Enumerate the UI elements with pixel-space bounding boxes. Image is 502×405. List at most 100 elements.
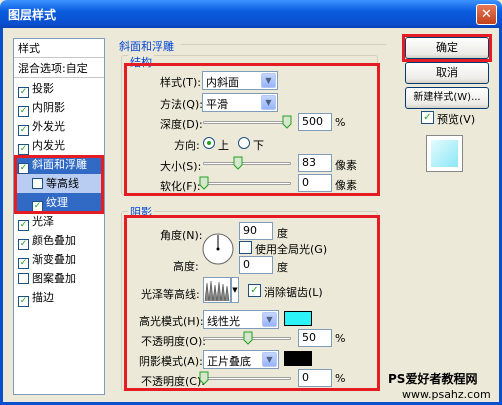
altitude-unit: 度 [277,261,288,274]
highlight-box-bevel [14,155,104,214]
shadow-mode-value: 正片叠底 [207,355,251,368]
style-list-item-label: 图案叠加 [32,272,76,285]
highlight-opacity-unit: % [335,332,346,345]
style-list-item[interactable]: ✓ 描边 [14,288,104,307]
style-list-item-label: 内发光 [32,139,65,152]
soften-input[interactable]: 0 [298,174,332,192]
style-list-item[interactable]: ✓ 内阴影 [14,98,104,117]
antialias-checkbox[interactable]: ✓ [248,284,261,297]
style-list-item[interactable]: ✓ 投影 [14,79,104,98]
watermark-line1: PS爱好者教程网 [388,372,478,386]
shadow-opacity-input[interactable]: 0 [298,369,332,387]
angle-label: 角度(N): [160,229,203,242]
direction-up-label: 上 [218,139,229,152]
style-label: 样式(T): [160,76,202,89]
checkbox-icon[interactable]: ✓ [18,87,29,98]
highlight-mode-select[interactable]: 线性光 ▼ [203,310,279,329]
depth-input[interactable]: 500 [298,113,332,131]
style-list-item-label: 内阴影 [32,101,65,114]
style-select[interactable]: 内斜面 ▼ [202,71,278,90]
gloss-contour-label: 光泽等高线: [141,288,200,301]
blend-options-item[interactable]: 混合选项:自定 [14,59,104,78]
shadow-opacity-slider[interactable] [203,377,291,380]
gloss-contour-icon[interactable] [203,277,231,303]
size-slider[interactable] [203,162,291,165]
divider [181,44,386,45]
highlight-box-ok [402,34,492,62]
depth-slider[interactable] [203,121,291,124]
checkbox-icon[interactable]: ✓ [18,258,29,269]
technique-select-value: 平滑 [206,98,228,111]
highlight-opacity-thumb[interactable] [243,331,253,345]
checkbox-icon[interactable]: ✓ [18,296,29,307]
chevron-down-icon: ▼ [261,95,276,110]
bevel-section-title: 斜面和浮雕 [119,40,174,53]
antialias-label: 消除锯齿(L) [264,286,323,299]
depth-label: 深度(D): [160,118,203,131]
size-label: 大小(S): [160,160,202,173]
chevron-down-icon: ▼ [262,352,277,367]
highlight-opacity-input[interactable]: 50 [298,329,332,347]
gloss-dropdown-icon[interactable]: ▼ [231,277,239,303]
preview-label: 预览(V) [437,113,476,126]
title-bar: 图层样式 ✕ [0,0,502,28]
new-style-button[interactable]: 新建样式(W)... [405,87,489,109]
depth-slider-thumb[interactable] [282,115,292,129]
style-list-item[interactable]: ✓ 内发光 [14,136,104,155]
soften-label: 软化(F): [160,180,201,193]
angle-input[interactable]: 90 [239,222,273,240]
shadow-opacity-thumb[interactable] [199,371,209,385]
close-button[interactable]: ✕ [476,4,497,25]
style-list-header: 样式 [14,39,104,58]
checkbox-icon[interactable]: ✓ [18,144,29,155]
checkbox-icon[interactable]: ✓ [18,239,29,250]
style-list-item-label: 外发光 [32,120,65,133]
style-list-item[interactable]: ✓ 渐变叠加 [14,250,104,269]
shadow-mode-select[interactable]: 正片叠底 ▼ [203,350,279,369]
checkbox-icon[interactable]: ✓ [18,220,29,231]
direction-down-label: 下 [253,139,264,152]
depth-unit: % [335,116,346,129]
style-list-item[interactable]: ✓ 光泽 [14,212,104,231]
highlight-mode-label: 高光模式(H): [139,315,204,328]
preview-box [426,135,463,172]
style-select-value: 内斜面 [206,76,239,89]
global-light-checkbox[interactable] [239,241,252,254]
highlight-mode-value: 线性光 [207,315,240,328]
technique-label: 方法(Q): [160,98,203,111]
soften-slider[interactable] [203,182,291,185]
cancel-button[interactable]: 取消 [405,62,489,84]
chevron-down-icon: ▼ [261,73,276,88]
style-list-item-label: 颜色叠加 [32,234,76,247]
angle-unit: 度 [277,227,288,240]
shadow-opacity-unit: % [335,372,346,385]
checkbox-icon[interactable]: ✓ [18,106,29,117]
watermark-line2: www.psahz.com [402,388,491,401]
window-title: 图层样式 [8,8,57,22]
highlight-color-swatch[interactable] [284,311,312,326]
global-light-label: 使用全局光(G) [255,243,328,256]
technique-select[interactable]: 平滑 ▼ [202,93,278,112]
style-list-item[interactable]: 图案叠加 [14,269,104,288]
soften-unit: 像素 [335,179,357,192]
altitude-label: 高度: [173,260,199,273]
style-list: 样式 混合选项:自定 ✓ 投影 ✓ 内阴影 ✓ 外发光 ✓ 内发光 ✓ 斜面和浮雕 等高线 ✓ 纹理 ✓ 光… [13,38,105,395]
style-list-item-label: 投影 [32,82,54,95]
style-list-item[interactable]: ✓ 外发光 [14,117,104,136]
direction-label: 方向: [174,139,200,152]
checkbox-icon[interactable]: ✓ [18,125,29,136]
direction-up-radio[interactable] [203,137,215,149]
altitude-input[interactable]: 0 [239,256,273,274]
size-slider-thumb[interactable] [233,156,243,170]
preview-checkbox[interactable]: ✓ [421,111,434,124]
direction-down-radio[interactable] [238,137,250,149]
size-unit: 像素 [335,159,357,172]
soften-slider-thumb[interactable] [199,176,209,190]
style-list-item[interactable]: ✓ 颜色叠加 [14,231,104,250]
shadow-color-swatch[interactable] [284,351,312,366]
size-input[interactable]: 83 [298,154,332,172]
chevron-down-icon: ▼ [262,312,277,327]
checkbox-icon[interactable] [18,273,29,284]
style-list-item-label: 描边 [32,291,54,304]
angle-dial[interactable] [201,232,235,266]
